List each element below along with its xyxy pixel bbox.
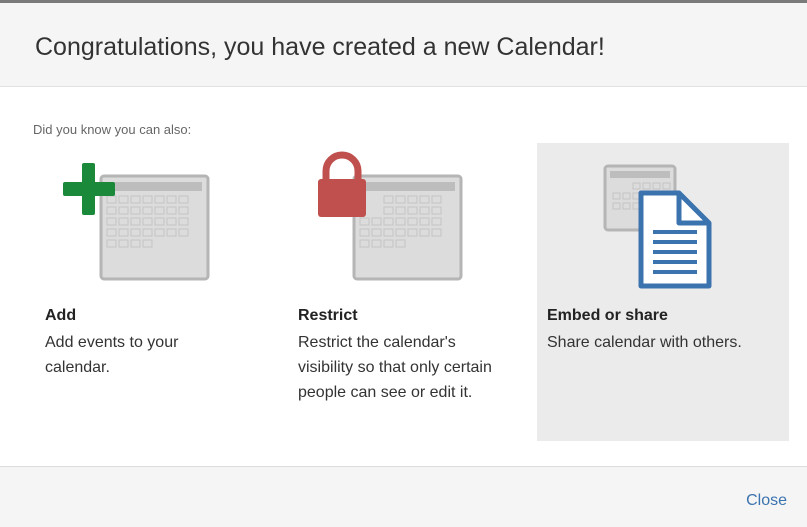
option-title: Embed or share [547, 307, 668, 324]
dialog-title: Congratulations, you have created a new … [35, 33, 605, 61]
option-title: Restrict [298, 307, 358, 324]
option-description: Share calendar with others. [547, 334, 742, 351]
share-document-icon [603, 164, 712, 289]
dialog-body: Did you know you can also: Add Add event… [0, 87, 807, 469]
dialog-header: Congratulations, you have created a new … [0, 3, 807, 87]
option-restrict[interactable]: Restrict Restrict the calendar's visibil… [288, 143, 540, 441]
option-description: Add events to your calendar. [45, 334, 179, 376]
close-button[interactable]: Close [746, 492, 787, 510]
dialog-footer: Close [0, 466, 807, 527]
create-calendar-dialog: Congratulations, you have created a new … [0, 0, 807, 527]
add-calendar-icon [63, 163, 210, 281]
intro-text: Did you know you can also: [33, 122, 192, 137]
option-description: Restrict the calendar's visibility so th… [298, 334, 492, 401]
option-title: Add [45, 307, 77, 324]
option-add[interactable]: Add Add events to your calendar. [35, 143, 287, 441]
option-embed-share[interactable]: Embed or share Share calendar with other… [537, 143, 789, 441]
lock-calendar-icon [318, 151, 463, 281]
